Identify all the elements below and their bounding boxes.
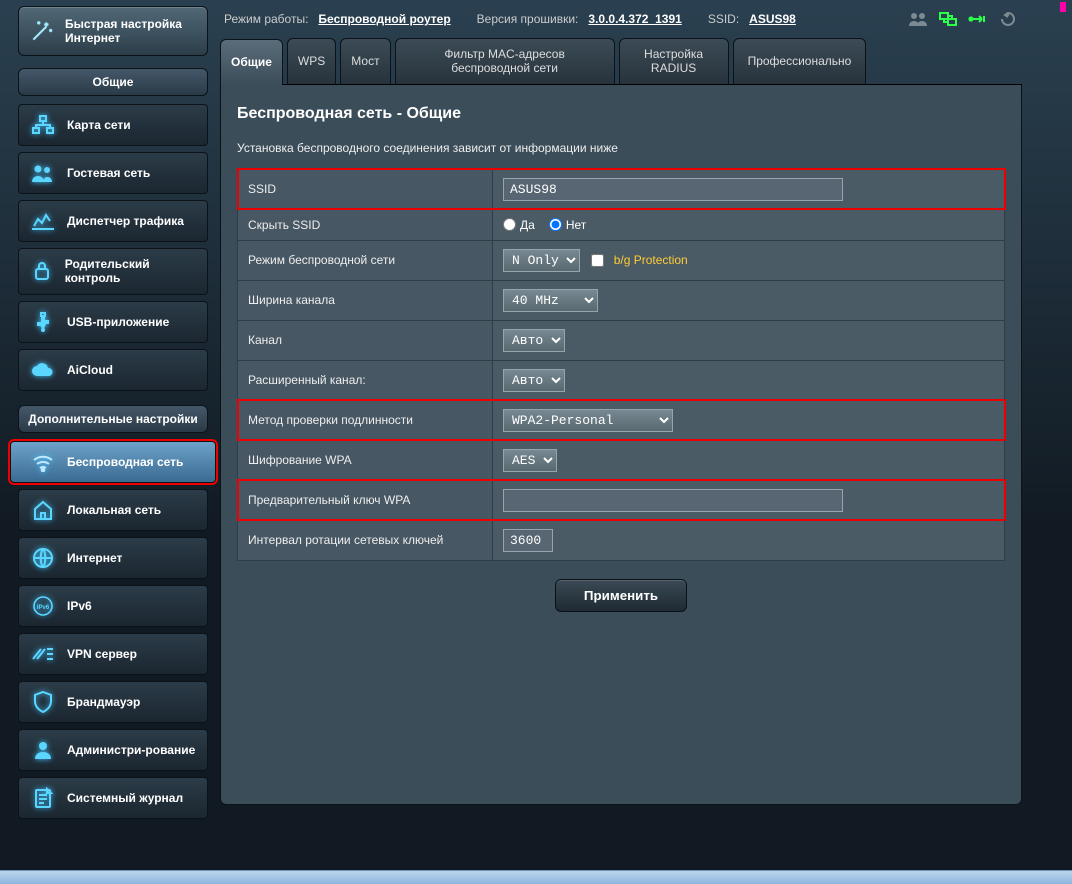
sidebar-item-label: AiCloud <box>67 363 113 377</box>
internet-status-icon[interactable] <box>938 10 958 28</box>
wireless-mode-select[interactable]: N Only <box>503 249 580 272</box>
sidebar-item-traffic-manager[interactable]: Диспетчер трафика <box>18 200 208 242</box>
ipv6-icon: IPv6 <box>29 594 57 618</box>
sidebar-item-label: Беспроводная сеть <box>67 455 183 469</box>
sidebar-item-label: Администри-рование <box>67 743 195 757</box>
parental-control-icon <box>29 259 55 283</box>
channel-select[interactable]: Авто <box>503 329 565 352</box>
usb-status-icon[interactable] <box>968 10 988 28</box>
wireless-icon <box>29 450 57 474</box>
channel-width-select[interactable]: 40 MHz <box>503 289 598 312</box>
sidebar-section-general-header: Общие <box>18 68 208 96</box>
tab-bridge[interactable]: Мост <box>340 38 390 84</box>
quick-internet-setup-button[interactable]: Быстрая настройка Интернет <box>18 6 208 56</box>
sidebar-section-advanced-header: Дополнительные настройки <box>18 405 208 433</box>
sidebar-item-label: Гостевая сеть <box>67 166 150 180</box>
svg-text:IPv6: IPv6 <box>37 605 50 611</box>
decorative-marker <box>1060 2 1066 12</box>
hide-ssid-label: Скрыть SSID <box>238 209 493 240</box>
sidebar-item-label: IPv6 <box>67 599 92 613</box>
tab-radius[interactable]: Настройка RADIUS <box>619 38 729 84</box>
clients-icon[interactable] <box>908 10 928 28</box>
sidebar-item-wireless[interactable]: Беспроводная сеть <box>10 441 216 483</box>
rekey-interval-label: Интервал ротации сетевых ключей <box>238 520 493 560</box>
quick-internet-setup-label: Быстрая настройка Интернет <box>65 17 197 46</box>
sidebar-item-vpn[interactable]: VPN сервер <box>18 633 208 675</box>
usb-application-icon <box>29 310 57 334</box>
aicloud-icon <box>29 358 57 382</box>
tab-general[interactable]: Общие <box>220 39 283 85</box>
panel-title: Беспроводная сеть - Общие <box>237 105 1005 123</box>
ssid-value-link[interactable]: ASUS98 <box>749 12 796 26</box>
panel-subtitle: Установка беспроводного соединения завис… <box>237 141 1005 155</box>
sidebar-item-label: Родительский контроль <box>65 257 197 286</box>
wpa-psk-label: Предварительный ключ WPA <box>238 480 493 520</box>
top-status-bar: Режим работы: Беспроводной роутер Версия… <box>220 6 1022 38</box>
firewall-icon <box>29 690 57 714</box>
sidebar-item-firewall[interactable]: Брандмауэр <box>18 681 208 723</box>
fw-label: Версия прошивки: <box>477 12 579 26</box>
ssid-label: SSID: <box>708 12 739 26</box>
guest-network-icon <box>29 161 57 185</box>
sidebar-item-aicloud[interactable]: AiCloud <box>18 349 208 391</box>
tab-mac-filter[interactable]: Фильтр MAC-адресов беспроводной сети <box>395 38 615 84</box>
auth-method-select[interactable]: WPA2-Personal <box>503 409 673 432</box>
auth-method-label: Метод проверки подлинности <box>238 400 493 440</box>
ssid-row-label: SSID <box>238 169 493 209</box>
wpa-psk-input[interactable] <box>503 489 843 512</box>
vpn-icon <box>29 642 57 666</box>
sidebar-item-ipv6[interactable]: IPv6 IPv6 <box>18 585 208 627</box>
lan-icon <box>29 498 57 522</box>
sidebar-item-system-log[interactable]: Системный журнал <box>18 777 208 819</box>
mode-value-link[interactable]: Беспроводной роутер <box>318 12 450 26</box>
wireless-settings-form: SSID Скрыть SSID Да Нет Режим <box>237 169 1005 561</box>
sidebar-item-network-map[interactable]: Карта сети <box>18 104 208 146</box>
sidebar-item-label: Диспетчер трафика <box>67 214 184 228</box>
rekey-interval-input[interactable] <box>503 529 553 552</box>
sidebar-item-wan[interactable]: Интернет <box>18 537 208 579</box>
wan-icon <box>29 546 57 570</box>
sidebar-item-label: Брандмауэр <box>67 695 140 709</box>
sidebar-item-label: Системный журнал <box>67 791 183 805</box>
wpa-encryption-label: Шифрование WPA <box>238 440 493 480</box>
wpa-encryption-select[interactable]: AES <box>503 449 557 472</box>
traffic-manager-icon <box>29 209 57 233</box>
ssid-input[interactable] <box>503 178 843 201</box>
mode-label: Режим работы: <box>224 12 308 26</box>
sidebar-item-usb-application[interactable]: USB-приложение <box>18 301 208 343</box>
administration-icon <box>29 738 57 762</box>
ext-channel-select[interactable]: Авто <box>503 369 565 392</box>
channel-width-label: Ширина канала <box>238 280 493 320</box>
sidebar-item-label: Локальная сеть <box>67 503 161 517</box>
magic-wand-icon <box>29 18 55 44</box>
tab-wps[interactable]: WPS <box>287 38 336 84</box>
wireless-general-panel: Беспроводная сеть - Общие Установка бесп… <box>220 85 1022 805</box>
ext-channel-label: Расширенный канал: <box>238 360 493 400</box>
channel-label: Канал <box>238 320 493 360</box>
sidebar-item-parental-control[interactable]: Родительский контроль <box>18 248 208 295</box>
sidebar-item-label: Карта сети <box>67 118 131 132</box>
network-map-icon <box>29 113 57 137</box>
bg-protection-label: b/g Protection <box>614 253 688 267</box>
wireless-mode-label: Режим беспроводной сети <box>238 240 493 280</box>
wireless-tabs: Общие WPS Мост Фильтр MAC-адресов беспро… <box>220 38 1022 85</box>
hide-ssid-no[interactable]: Нет <box>549 218 586 232</box>
reboot-icon[interactable] <box>998 10 1018 28</box>
fw-value-link[interactable]: 3.0.0.4.372_1391 <box>588 12 681 26</box>
sidebar-item-label: USB-приложение <box>67 315 169 329</box>
hide-ssid-yes[interactable]: Да <box>503 218 535 232</box>
sidebar-item-administration[interactable]: Администри-рование <box>18 729 208 771</box>
sidebar-item-lan[interactable]: Локальная сеть <box>18 489 208 531</box>
sidebar-item-label: VPN сервер <box>67 647 137 661</box>
os-taskbar <box>0 870 1072 884</box>
sidebar-item-label: Интернет <box>67 551 122 565</box>
tab-professional[interactable]: Профессионально <box>733 38 867 84</box>
bg-protection-checkbox[interactable] <box>591 254 604 267</box>
sidebar-item-guest-network[interactable]: Гостевая сеть <box>18 152 208 194</box>
apply-button[interactable]: Применить <box>555 579 687 612</box>
system-log-icon <box>29 786 57 810</box>
